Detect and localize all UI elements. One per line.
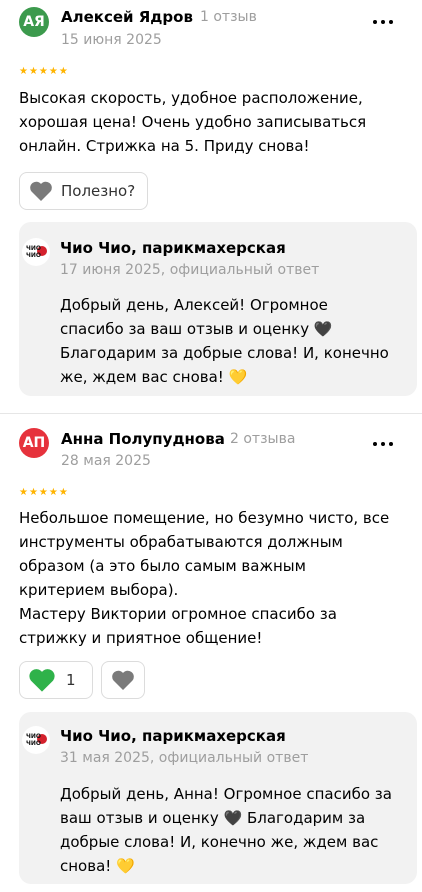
svg-text:ЧИО: ЧИО <box>26 252 41 259</box>
author-review-count: 1 отзыв <box>200 9 257 25</box>
review-text: Высокая скорость, удобное расположение, … <box>19 89 367 155</box>
green-heart-icon <box>28 667 56 693</box>
author-review-count: 2 отзыва <box>230 431 296 447</box>
review-date: 28 мая 2025 <box>61 453 151 469</box>
rating-stars: ★★★★★ <box>19 487 69 498</box>
business-name[interactable]: Чио Чио, парикмахерская <box>60 239 286 257</box>
business-reply: ЧИО ЧИО Чио Чио, парикмахерская 17 июня … <box>19 222 417 396</box>
more-options-button[interactable] <box>373 19 395 25</box>
heart-icon <box>111 669 135 691</box>
like-button[interactable]: 1 <box>19 661 93 699</box>
business-name[interactable]: Чио Чио, парикмахерская <box>60 727 286 745</box>
more-options-button[interactable] <box>373 441 395 447</box>
useful-button[interactable]: Полезно? <box>19 172 148 210</box>
rating-stars: ★★★★★ <box>19 66 69 77</box>
avatar[interactable]: АП <box>19 428 49 458</box>
author-name[interactable]: Анна Полупуднова <box>61 430 225 448</box>
reply-date: 31 мая 2025, официальный ответ <box>60 750 309 766</box>
reply-text: Добрый день, Алексей! Огромное спасибо з… <box>60 296 389 386</box>
review-date: 15 июня 2025 <box>61 32 162 48</box>
business-logo[interactable]: ЧИО ЧИО <box>22 726 50 754</box>
svg-text:ЧИО: ЧИО <box>26 740 41 747</box>
dislike-button[interactable] <box>101 661 145 699</box>
review-text: Небольшое помещение, но безумно чисто, в… <box>19 509 390 647</box>
heart-icon <box>29 180 53 202</box>
useful-label: Полезно? <box>61 182 136 200</box>
svg-text:ЧИО: ЧИО <box>26 245 41 252</box>
author-name[interactable]: Алексей Ядров <box>61 8 193 26</box>
business-logo[interactable]: ЧИО ЧИО <box>22 238 50 266</box>
business-reply: ЧИО ЧИО Чио Чио, парикмахерская 31 мая 2… <box>19 712 417 884</box>
svg-text:ЧИО: ЧИО <box>26 733 41 740</box>
review-card: АЯ Алексей Ядров 1 отзыв 15 июня 2025 ★★… <box>0 0 422 412</box>
avatar[interactable]: АЯ <box>19 7 49 37</box>
review-card: АП Анна Полупуднова 2 отзыва 28 мая 2025… <box>0 414 422 892</box>
like-count: 1 <box>66 671 76 689</box>
reply-date: 17 июня 2025, официальный ответ <box>60 262 320 278</box>
reply-text: Добрый день, Анна! Огромное спасибо за в… <box>60 785 392 875</box>
